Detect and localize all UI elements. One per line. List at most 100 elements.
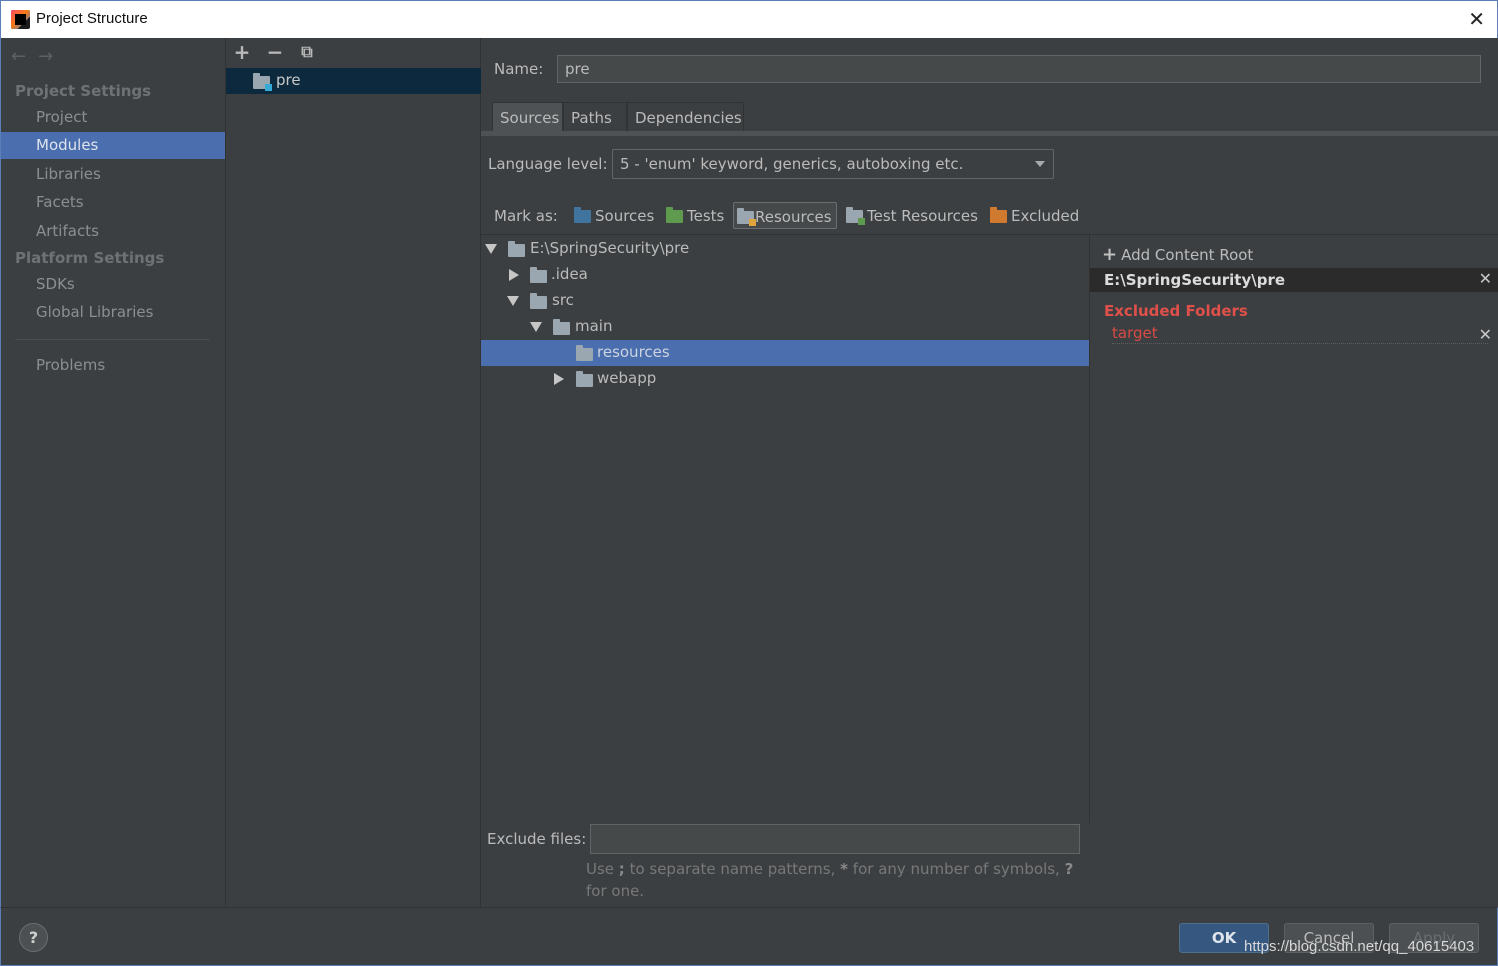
expand-arrow-icon[interactable] xyxy=(507,296,519,306)
expand-arrow-icon[interactable] xyxy=(485,244,497,254)
nav-item-project[interactable]: Project xyxy=(1,104,226,131)
language-level-value: 5 - 'enum' keyword, generics, autoboxing… xyxy=(620,155,964,173)
platform-settings-header: Platform Settings xyxy=(15,249,165,267)
tree-node-idea[interactable]: .idea xyxy=(481,262,1089,288)
settings-navigation: ←→ Project Settings Project Modules Libr… xyxy=(0,38,226,907)
plus-icon: + xyxy=(1102,244,1118,265)
folder-icon xyxy=(576,371,593,387)
tree-node-label: webapp xyxy=(597,369,657,387)
mark-as-tests-button[interactable]: Tests xyxy=(666,202,728,229)
exclude-files-hint: Use ; to separate name patterns, * for a… xyxy=(586,858,1086,902)
sources-folder-icon xyxy=(574,207,591,223)
title-bar: Project Structure ✕ xyxy=(0,0,1498,38)
add-content-root-label: Add Content Root xyxy=(1121,246,1254,264)
resources-folder-icon xyxy=(737,208,756,226)
tab-paths[interactable]: Paths xyxy=(563,102,627,132)
mark-as-sources-button[interactable]: Sources xyxy=(574,202,656,229)
language-level-label: Language level: xyxy=(488,155,608,173)
remove-excluded-icon[interactable]: ✕ xyxy=(1479,325,1492,344)
nav-item-modules[interactable]: Modules xyxy=(1,132,226,159)
resources-folder-icon xyxy=(576,345,593,361)
intellij-app-icon xyxy=(11,10,30,29)
back-forward-arrows: ←→ xyxy=(11,46,65,67)
dialog-footer: ? OK Cancel Apply https://blog.csdn.net/… xyxy=(0,907,1498,966)
tests-folder-icon xyxy=(666,207,683,223)
hint-text: Use xyxy=(586,860,619,878)
tree-node-label: main xyxy=(575,317,613,335)
tab-sources[interactable]: Sources xyxy=(492,102,563,132)
back-arrow-icon[interactable]: ← xyxy=(11,46,38,67)
watermark-text: https://blog.csdn.net/qq_40615403 xyxy=(1244,938,1475,955)
add-icon[interactable]: + xyxy=(231,41,253,63)
add-content-root-button[interactable]: + Add Content Root xyxy=(1102,244,1253,265)
name-label: Name: xyxy=(494,60,544,78)
tab-dependencies[interactable]: Dependencies xyxy=(627,102,744,132)
nav-item-problems[interactable]: Problems xyxy=(1,352,226,379)
exclude-files-input[interactable] xyxy=(590,824,1080,854)
content-root-path: E:\SpringSecurity\pre xyxy=(1104,271,1286,289)
mark-as-test-resources-label: Test Resources xyxy=(867,207,978,225)
exclude-files-label: Exclude files: xyxy=(487,830,587,848)
module-settings-panel: Name: pre Sources Paths Dependencies Lan… xyxy=(481,38,1498,907)
tree-node-root[interactable]: E:\SpringSecurity\pre xyxy=(481,236,1089,262)
chevron-down-icon xyxy=(1035,161,1045,167)
copy-icon[interactable]: ⧉ xyxy=(296,41,318,63)
folder-icon xyxy=(530,293,547,309)
collapse-arrow-icon[interactable] xyxy=(554,373,564,385)
hint-star: * xyxy=(840,860,849,878)
nav-item-sdks[interactable]: SDKs xyxy=(1,271,226,298)
nav-item-artifacts[interactable]: Artifacts xyxy=(1,218,226,245)
mark-as-resources-button[interactable]: Resources xyxy=(733,202,837,229)
window-title: Project Structure xyxy=(36,10,148,27)
language-level-select[interactable]: 5 - 'enum' keyword, generics, autoboxing… xyxy=(612,149,1054,179)
close-icon[interactable]: ✕ xyxy=(1468,7,1485,31)
forward-arrow-icon[interactable]: → xyxy=(38,46,65,67)
folder-icon xyxy=(508,241,525,257)
tree-node-resources[interactable]: resources xyxy=(481,340,1089,366)
mark-as-excluded-button[interactable]: Excluded xyxy=(990,202,1082,229)
content-roots-panel: + Add Content Root E:\SpringSecurity\pre … xyxy=(1090,234,1498,907)
mark-as-test-resources-button[interactable]: Test Resources xyxy=(846,202,981,229)
remove-root-icon[interactable]: ✕ xyxy=(1479,269,1492,288)
tree-node-webapp[interactable]: webapp xyxy=(481,366,1089,392)
module-toolbar: + − ⧉ xyxy=(226,38,481,67)
hint-question: ? xyxy=(1064,860,1074,878)
help-icon[interactable]: ? xyxy=(19,923,48,952)
expand-arrow-icon[interactable] xyxy=(530,322,542,332)
hint-text: for any number of symbols, xyxy=(848,860,1065,878)
module-label: pre xyxy=(276,71,301,89)
mark-as-excluded-label: Excluded xyxy=(1011,207,1080,225)
tab-underline xyxy=(481,131,1498,136)
tree-node-src[interactable]: src xyxy=(481,288,1089,314)
module-name-input[interactable]: pre xyxy=(557,55,1481,83)
project-settings-header: Project Settings xyxy=(15,82,152,100)
content-root-header: E:\SpringSecurity\pre ✕ xyxy=(1090,268,1498,292)
nav-item-global-libraries[interactable]: Global Libraries xyxy=(1,299,226,326)
collapse-arrow-icon[interactable] xyxy=(509,269,519,281)
folder-icon xyxy=(530,267,547,283)
mark-as-resources-label: Resources xyxy=(755,208,832,226)
tree-node-label: src xyxy=(552,291,574,309)
mark-as-label: Mark as: xyxy=(494,207,558,225)
tree-node-label: E:\SpringSecurity\pre xyxy=(530,239,690,257)
tree-node-main[interactable]: main xyxy=(481,314,1089,340)
module-list-panel: + − ⧉ pre xyxy=(225,38,481,907)
folder-icon xyxy=(553,319,570,335)
mark-as-sources-label: Sources xyxy=(595,207,655,225)
nav-divider xyxy=(15,339,210,340)
remove-icon[interactable]: − xyxy=(264,41,286,63)
excluded-folder-underline xyxy=(1112,343,1488,344)
tree-node-label: .idea xyxy=(551,265,588,283)
excluded-folders-title: Excluded Folders xyxy=(1104,302,1248,320)
module-item-pre[interactable]: pre xyxy=(226,68,481,94)
hint-text: to separate name patterns, xyxy=(624,860,841,878)
excluded-folder-icon xyxy=(990,207,1007,223)
nav-item-libraries[interactable]: Libraries xyxy=(1,161,226,188)
tree-node-label: resources xyxy=(597,343,670,361)
excluded-folder-item: target xyxy=(1112,324,1158,342)
module-folder-icon xyxy=(253,73,272,91)
test-resources-folder-icon xyxy=(846,207,865,225)
mark-as-tests-label: Tests xyxy=(687,207,725,225)
content-root-tree: E:\SpringSecurity\pre .idea src main res… xyxy=(481,234,1090,823)
nav-item-facets[interactable]: Facets xyxy=(1,189,226,216)
